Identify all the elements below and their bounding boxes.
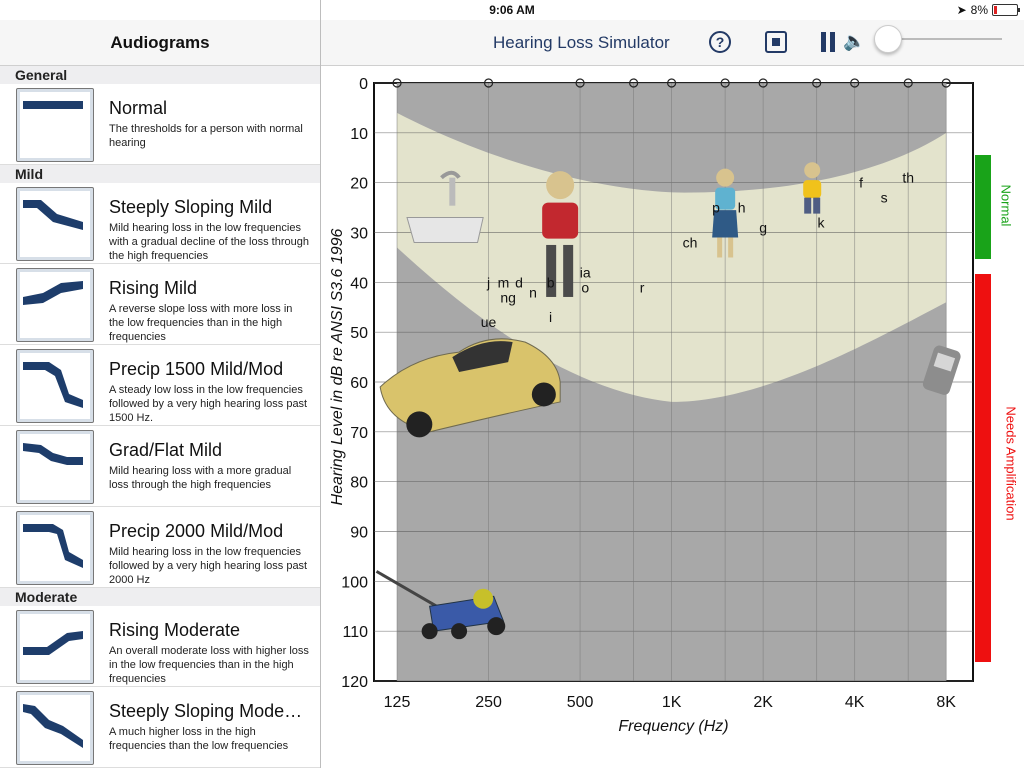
section-header: Mild (0, 165, 320, 183)
speech-sound-label: r (640, 279, 645, 295)
volume-slider[interactable] (886, 38, 1002, 40)
speech-sound-label: m (498, 274, 510, 290)
section-header: General (0, 66, 320, 84)
x-tick-label: 4K (845, 694, 865, 711)
audiogram-thumbnail-icon (16, 691, 94, 765)
x-tick-label: 8K (936, 694, 956, 711)
audiogram-list-item[interactable]: Grad/Flat Mild Mild hearing loss with a m… (0, 426, 320, 507)
audiogram-list-item[interactable]: Precip 2000 Mild/Mod Mild hearing loss in… (0, 507, 320, 588)
speech-sound-label: f (859, 175, 863, 191)
speech-sound-label: b (547, 274, 555, 290)
status-right: ➤ 8% (956, 3, 1020, 17)
audiogram-title: Grad/Flat Mild (109, 440, 223, 460)
speech-sound-label: o (581, 279, 589, 295)
audiogram-list-item[interactable]: Steeply Sloping Mode… A much higher loss … (0, 687, 320, 768)
sidebar: Audiograms General Normal The thresholds f… (0, 0, 321, 768)
audiogram-description: A much higher loss in the high frequenci… (109, 726, 289, 752)
speech-sound-label: j (486, 274, 490, 290)
speech-sound-label: th (902, 170, 914, 186)
battery-icon (992, 4, 1020, 16)
audiogram-title: Steeply Sloping Mode… (109, 701, 303, 721)
audiogram-thumbnail-icon (16, 610, 94, 684)
x-tick-label: 500 (567, 694, 594, 711)
audiogram-list: General Normal The thresholds for a person… (0, 66, 320, 768)
y-tick-label: 0 (359, 76, 368, 93)
speech-sound-label: ia (580, 264, 591, 280)
audiogram-title: Precip 1500 Mild/Mod (109, 359, 284, 379)
audiogram-thumbnail-icon (16, 430, 94, 504)
needs-amplification-bar (975, 274, 991, 662)
audiogram-title: Rising Moderate (109, 620, 241, 640)
speech-sound-label: h (738, 200, 746, 216)
audiogram-description: Mild hearing loss in the low frequencies… (109, 222, 309, 262)
audiogram-thumbnail-icon (16, 88, 94, 162)
help-icon[interactable]: ? (709, 31, 731, 53)
audiogram-chart[interactable]: 0 10 20 30 40 50 60 70 80 90 100 110 120 125 250 500 1K 2… (321, 66, 1024, 768)
speech-sound-label: ng (500, 289, 516, 305)
y-tick-label: 40 (350, 275, 368, 292)
audiogram-thumbnail-icon (16, 187, 94, 261)
y-tick-label: 20 (350, 176, 368, 193)
sidebar-title: Audiograms (0, 20, 320, 66)
audiogram-list-item[interactable]: Rising Moderate An overall moderate loss … (0, 606, 320, 687)
y-tick-label: 70 (350, 425, 368, 442)
speech-sound-label: k (818, 215, 826, 231)
audiogram-title: Normal (109, 98, 168, 118)
speech-sound-label: i (549, 309, 552, 325)
y-tick-label: 100 (341, 574, 368, 591)
record-icon[interactable] (765, 31, 787, 53)
audiogram-list-item[interactable]: Precip 1500 Mild/Mod A steady low loss in… (0, 345, 320, 426)
volume-slider-knob[interactable] (874, 25, 902, 53)
audiogram-thumbnail-icon (16, 268, 94, 342)
top-bar: Hearing Loss Simulator ? 🔈 (321, 20, 1024, 66)
audiogram-thumbnail-icon (16, 511, 94, 585)
battery-percent: 8% (970, 3, 988, 17)
pause-icon[interactable] (821, 32, 835, 52)
audiogram-list-item[interactable]: Normal The thresholds for a person with n… (0, 84, 320, 165)
audiogram-description: A reverse slope loss with more loss in t… (109, 303, 293, 343)
speech-sound-label: d (515, 274, 523, 290)
y-tick-label: 10 (350, 126, 368, 143)
y-tick-label: 30 (350, 226, 368, 243)
y-tick-label: 120 (341, 674, 368, 691)
speech-sound-label: s (881, 190, 888, 206)
x-tick-label: 1K (662, 694, 682, 711)
audiogram-title: Rising Mild (109, 278, 198, 298)
x-axis-label: Frequency (Hz) (618, 718, 728, 735)
audiogram-description: The thresholds for a person with normal … (109, 123, 303, 149)
volume-icon: 🔈 (843, 31, 866, 51)
y-tick-label: 110 (342, 624, 368, 641)
audiogram-description: Mild hearing loss with a more gradual lo… (109, 465, 292, 491)
app-title: Hearing Loss Simulator (493, 33, 670, 52)
speech-sound-label: n (529, 284, 537, 300)
y-tick-label: 90 (350, 525, 368, 542)
x-tick-label: 250 (475, 694, 502, 711)
speech-sound-label: ue (481, 314, 497, 330)
audiogram-list-item[interactable]: Steeply Sloping Mild Mild hearing loss in… (0, 183, 320, 264)
y-tick-label: 80 (350, 475, 368, 492)
needs-amplification-label: Needs Amplification (1003, 406, 1019, 521)
normal-range-label: Normal (998, 184, 1014, 227)
audiogram-thumbnail-icon (16, 349, 94, 423)
location-icon: ➤ (956, 3, 967, 17)
section-header: Moderate (0, 588, 320, 606)
audiogram-description: A steady low loss in the low frequencies… (109, 384, 308, 424)
x-tick-label: 125 (384, 694, 411, 711)
x-tick-label: 2K (753, 694, 773, 711)
audiogram-title: Steeply Sloping Mild (109, 197, 273, 217)
audiogram-list-item[interactable]: Rising Mild A reverse slope loss with mor… (0, 264, 320, 345)
y-tick-label: 50 (350, 325, 368, 342)
audiogram-description: Mild hearing loss in the low frequencies… (109, 546, 308, 586)
y-axis-label: Hearing Level in dB re ANSI S3.6 1996 (329, 228, 346, 505)
speech-sound-label: p (712, 200, 720, 216)
normal-range-bar (975, 155, 991, 259)
audiogram-description: An overall moderate loss with higher los… (109, 645, 309, 685)
y-tick-label: 60 (350, 375, 368, 392)
audiogram-title: Precip 2000 Mild/Mod (109, 521, 284, 541)
speech-sound-label: ch (683, 234, 698, 250)
speech-sound-label: g (759, 220, 767, 236)
